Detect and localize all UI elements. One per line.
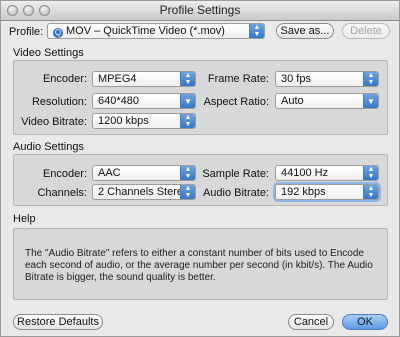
sample-rate-value: 44100 Hz xyxy=(281,167,329,179)
profile-select[interactable]: Q MOV – QuickTime Video (*.mov) ▲ ▼ xyxy=(47,23,265,39)
channels-label: Channels: xyxy=(37,187,87,199)
video-encoder-value: MPEG4 xyxy=(98,73,137,85)
resolution-label: Resolution: xyxy=(31,96,87,108)
chevron-updown-icon: ▲ ▼ xyxy=(180,114,195,128)
video-bitrate-label: Video Bitrate: xyxy=(21,116,87,128)
resolution-select[interactable]: 640*480 ▼ xyxy=(92,93,196,109)
chevron-updown-icon: ▲ ▼ xyxy=(180,185,195,199)
ok-button[interactable]: OK xyxy=(342,314,388,330)
audio-encoder-value: AAC xyxy=(98,167,121,179)
profile-label: Profile: xyxy=(9,26,44,38)
profile-select-value: MOV – QuickTime Video (*.mov) xyxy=(66,25,225,37)
audio-bitrate-label: Audio Bitrate: xyxy=(202,187,269,199)
zoom-window-button[interactable] xyxy=(39,5,50,16)
sample-rate-select[interactable]: 44100 Hz ▲ ▼ xyxy=(275,165,379,181)
help-title: Help xyxy=(13,213,36,225)
aspect-ratio-value: Auto xyxy=(281,95,304,107)
video-settings-title: Video Settings xyxy=(13,47,84,59)
save-as-button[interactable]: Save as... xyxy=(276,23,334,39)
channels-select[interactable]: 2 Channels Stereo ▲ ▼ xyxy=(92,184,196,200)
video-encoder-select[interactable]: MPEG4 ▲ ▼ xyxy=(92,71,196,87)
profile-settings-window: Profile Settings Profile: Q MOV – QuickTi… xyxy=(0,0,400,337)
video-encoder-label: Encoder: xyxy=(42,73,87,85)
frame-rate-value: 30 fps xyxy=(281,73,311,85)
resolution-value: 640*480 xyxy=(98,95,139,107)
chevron-updown-icon: ▲ ▼ xyxy=(363,72,378,86)
frame-rate-select[interactable]: 30 fps ▲ ▼ xyxy=(275,71,379,87)
minimize-window-button[interactable] xyxy=(23,5,34,16)
chevron-down-icon: ▼ xyxy=(363,94,378,108)
help-text: The "Audio Bitrate" refers to either a c… xyxy=(25,248,373,283)
chevron-down-icon: ▼ xyxy=(180,94,195,108)
chevron-updown-icon: ▲ ▼ xyxy=(180,72,195,86)
chevron-updown-icon: ▲ ▼ xyxy=(363,185,378,199)
video-bitrate-value: 1200 kbps xyxy=(98,115,149,127)
video-bitrate-select[interactable]: 1200 kbps ▲ ▼ xyxy=(92,113,196,129)
audio-bitrate-select[interactable]: 192 kbps ▲ ▼ xyxy=(275,184,379,200)
restore-defaults-button[interactable]: Restore Defaults xyxy=(13,314,103,330)
chevron-updown-icon: ▲ ▼ xyxy=(249,24,264,38)
window-title: Profile Settings xyxy=(159,3,241,17)
audio-settings-title: Audio Settings xyxy=(13,141,84,153)
aspect-ratio-select[interactable]: Auto ▼ xyxy=(275,93,379,109)
audio-encoder-label: Encoder: xyxy=(42,168,87,180)
aspect-ratio-label: Aspect Ratio: xyxy=(203,96,269,108)
chevron-updown-icon: ▲ ▼ xyxy=(363,166,378,180)
sample-rate-label: Sample Rate: xyxy=(202,168,269,180)
audio-encoder-select[interactable]: AAC ▲ ▼ xyxy=(92,165,196,181)
chevron-updown-icon: ▲ ▼ xyxy=(180,166,195,180)
cancel-button[interactable]: Cancel xyxy=(288,314,334,330)
delete-button[interactable]: Delete xyxy=(342,23,390,39)
close-window-button[interactable] xyxy=(7,5,18,16)
frame-rate-label: Frame Rate: xyxy=(207,73,269,85)
title-bar: Profile Settings xyxy=(1,1,399,21)
channels-value: 2 Channels Stereo xyxy=(98,186,190,198)
audio-bitrate-value: 192 kbps xyxy=(281,186,326,198)
quicktime-icon: Q xyxy=(53,28,63,38)
